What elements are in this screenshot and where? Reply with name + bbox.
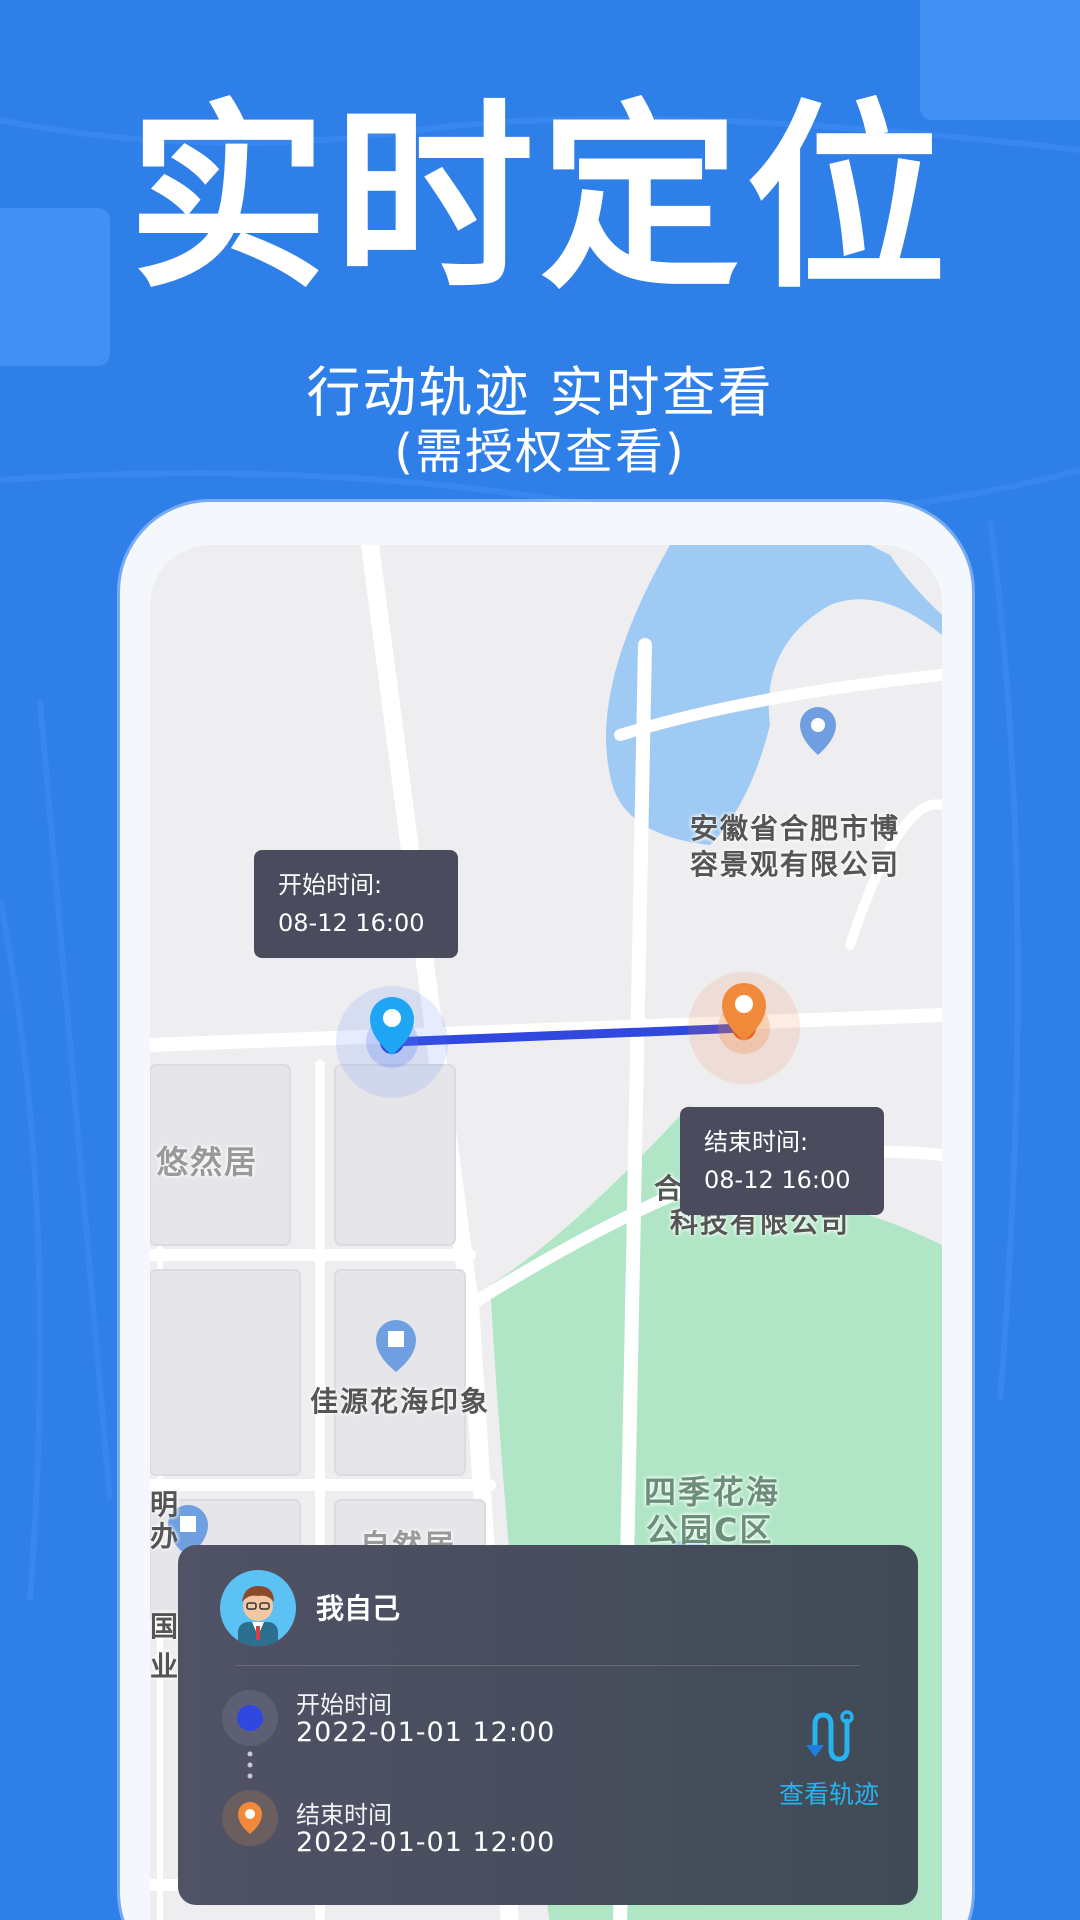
start-location-pin: [336, 986, 448, 1098]
view-track-button[interactable]: 查看轨迹: [774, 1705, 884, 1811]
start-tooltip-label: 开始时间:: [278, 871, 383, 899]
map-label-company-2: 容景观有限公司: [690, 848, 901, 881]
avatar[interactable]: [220, 1570, 296, 1646]
user-name: 我自己: [316, 1592, 401, 1625]
map-label-ye: 业: [150, 1650, 181, 1683]
end-tooltip-label: 结束时间:: [704, 1128, 809, 1156]
map-label-jiayuan: 佳源花海印象: [310, 1385, 491, 1418]
map-label-youranju: 悠然居: [156, 1143, 259, 1181]
track-route-icon: [806, 1710, 854, 1762]
dotted-connector: [247, 1751, 253, 1779]
start-time-label: 开始时间: [296, 1691, 392, 1719]
start-time-tooltip: 开始时间: 08-12 16:00: [254, 850, 458, 958]
end-time-value: 2022-01-01 12:00: [296, 1827, 556, 1858]
end-location-pin: [688, 972, 800, 1084]
end-point-icon: [222, 1790, 278, 1846]
headline: 实时定位: [127, 83, 952, 316]
track-info-card: 我自己 开始时间 2022-01-01 12:00 结束时间 2022-01-0…: [178, 1545, 918, 1905]
start-time-value: 2022-01-01 12:00: [296, 1717, 556, 1748]
map-label-company: 安徽省合肥市博: [690, 812, 901, 845]
end-time-tooltip: 结束时间: 08-12 16:00: [680, 1107, 884, 1215]
view-track-label: 查看轨迹: [778, 1780, 879, 1809]
map-label-ban: 办: [150, 1520, 181, 1553]
map-label-guo: 国: [150, 1610, 181, 1643]
end-tooltip-time: 08-12 16:00: [704, 1166, 851, 1194]
start-tooltip-time: 08-12 16:00: [278, 909, 425, 937]
location-poi-icon: [800, 707, 836, 755]
subtitle-line2: (需授权查看): [394, 424, 686, 480]
start-point-icon: [222, 1690, 278, 1746]
card-divider: [236, 1665, 860, 1666]
end-time-label: 结束时间: [296, 1801, 392, 1829]
